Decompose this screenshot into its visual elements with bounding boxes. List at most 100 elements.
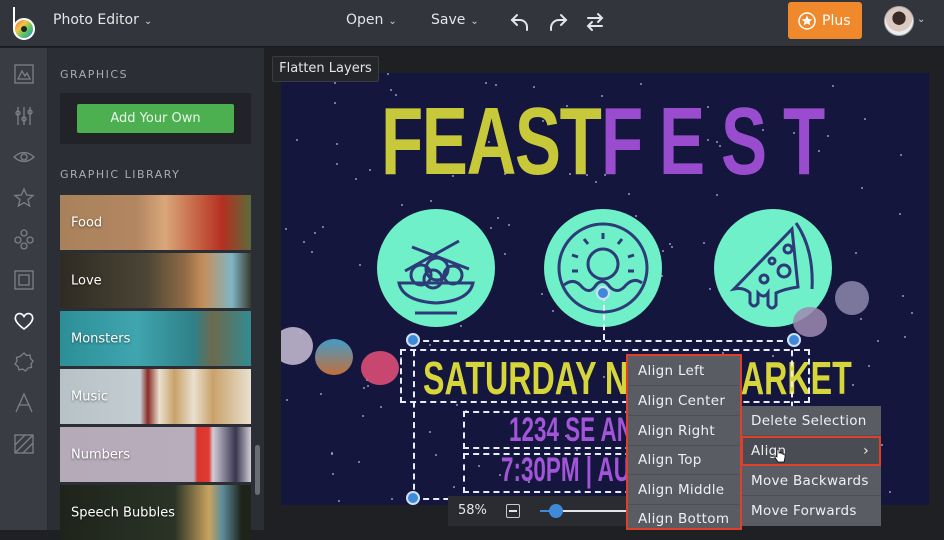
star-dot bbox=[889, 491, 891, 493]
frame-icon[interactable] bbox=[12, 268, 36, 292]
star-icon[interactable] bbox=[12, 186, 36, 210]
heart-icon[interactable] bbox=[12, 309, 36, 333]
star-dot bbox=[497, 217, 499, 219]
submenu-item-align-center[interactable]: Align Center bbox=[628, 386, 740, 416]
library-item-label: Speech Bubbles bbox=[71, 505, 176, 520]
add-your-own-button[interactable]: Add Your Own bbox=[77, 104, 234, 133]
resize-handle[interactable] bbox=[787, 333, 801, 347]
star-dot bbox=[669, 243, 671, 245]
hand-cursor-icon bbox=[774, 449, 786, 463]
star-dot bbox=[508, 224, 510, 226]
menu-item-align[interactable]: Align › bbox=[741, 436, 881, 466]
lantern-decoration bbox=[835, 281, 869, 315]
eye-icon[interactable] bbox=[12, 145, 36, 169]
zoom-out-button[interactable] bbox=[506, 504, 520, 518]
star-dot bbox=[311, 251, 313, 253]
star-dot bbox=[662, 250, 664, 252]
swap-icon[interactable] bbox=[583, 10, 607, 34]
menu-item-delete-selection[interactable]: Delete Selection bbox=[741, 406, 881, 436]
star-dot bbox=[303, 241, 305, 243]
text-icon[interactable] bbox=[12, 391, 36, 415]
star-dot bbox=[314, 232, 316, 234]
star-dot bbox=[864, 118, 866, 120]
library-item-love[interactable]: Love bbox=[60, 253, 251, 308]
library-item-label: Music bbox=[71, 389, 108, 404]
library-item-music[interactable]: Music bbox=[60, 369, 251, 424]
library-item-speech-bubbles[interactable]: Speech Bubbles bbox=[60, 485, 251, 540]
star-dot bbox=[852, 384, 854, 386]
app-logo-icon[interactable] bbox=[10, 5, 38, 41]
resize-handle[interactable] bbox=[406, 333, 420, 347]
resize-handle[interactable] bbox=[406, 491, 420, 505]
texture-icon[interactable] bbox=[12, 432, 36, 456]
app-title-menu[interactable]: Photo Editor ⌄ bbox=[53, 12, 152, 28]
star-dot bbox=[296, 139, 298, 141]
submenu-item-align-top[interactable]: Align Top bbox=[628, 445, 740, 475]
title-feast-text[interactable]: FEAST bbox=[381, 87, 602, 197]
flatten-layers-button[interactable]: Flatten Layers bbox=[272, 56, 379, 82]
rotate-handle[interactable] bbox=[596, 286, 610, 300]
graphic-library-heading: GRAPHIC LIBRARY bbox=[60, 168, 181, 181]
star-dot bbox=[911, 312, 913, 314]
zoom-slider-fill bbox=[540, 510, 549, 512]
star-dot bbox=[336, 163, 338, 165]
title-fest-text[interactable]: FEST bbox=[601, 87, 841, 197]
star-dot bbox=[322, 226, 324, 228]
chevron-down-icon: ⌄ bbox=[470, 16, 479, 27]
library-item-monsters[interactable]: Monsters bbox=[60, 311, 251, 366]
graphics-circles-icon[interactable] bbox=[12, 227, 36, 251]
star-dot bbox=[703, 242, 705, 244]
save-menu[interactable]: Save ⌄ bbox=[431, 12, 479, 28]
undo-icon[interactable] bbox=[508, 10, 532, 34]
submenu-item-align-middle[interactable]: Align Middle bbox=[628, 475, 740, 505]
submenu-item-align-left[interactable]: Align Left bbox=[628, 356, 740, 386]
star-dot bbox=[391, 498, 393, 500]
tool-rail bbox=[0, 48, 48, 530]
library-item-numbers[interactable]: Numbers bbox=[60, 427, 251, 482]
star-dot bbox=[338, 500, 340, 502]
star-dot bbox=[355, 178, 357, 180]
lantern-decoration bbox=[281, 327, 313, 365]
star-dot bbox=[881, 444, 883, 446]
star-dot bbox=[671, 246, 673, 248]
top-bar: Photo Editor ⌄ Open ⌄ Save ⌄ Plus ⌄ bbox=[0, 0, 944, 47]
star-dot bbox=[387, 73, 389, 75]
star-dot bbox=[369, 169, 371, 171]
star-dot bbox=[900, 154, 902, 156]
rotate-guide-line bbox=[603, 295, 605, 340]
star-dot bbox=[367, 385, 369, 387]
library-item-label: Food bbox=[71, 215, 103, 230]
adjust-sliders-icon[interactable] bbox=[12, 104, 36, 128]
badge-icon[interactable] bbox=[12, 350, 36, 374]
open-menu[interactable]: Open ⌄ bbox=[346, 12, 397, 28]
zoom-level: 58% bbox=[458, 503, 487, 518]
menu-item-move-backwards[interactable]: Move Backwards bbox=[741, 466, 881, 496]
star-dot bbox=[640, 83, 642, 85]
image-icon[interactable] bbox=[12, 62, 36, 86]
context-menu: Delete Selection Align › Move Backwards … bbox=[741, 406, 881, 526]
star-dot bbox=[899, 213, 901, 215]
star-dot bbox=[285, 228, 287, 230]
star-dot bbox=[902, 295, 904, 297]
star-dot bbox=[495, 84, 497, 86]
menu-item-move-forwards[interactable]: Move Forwards bbox=[741, 496, 881, 526]
star-dot bbox=[860, 318, 862, 320]
save-label: Save bbox=[431, 12, 466, 28]
submenu-item-align-right[interactable]: Align Right bbox=[628, 416, 740, 446]
add-your-own-section: Add Your Own bbox=[60, 93, 251, 144]
redo-icon[interactable] bbox=[546, 10, 570, 34]
plus-upgrade-button[interactable]: Plus bbox=[788, 2, 862, 39]
noodles-graphic[interactable] bbox=[377, 209, 495, 327]
user-avatar[interactable] bbox=[884, 6, 914, 36]
lantern-decoration bbox=[361, 351, 399, 385]
star-dot bbox=[380, 406, 382, 408]
align-submenu: Align Left Align Center Align Right Alig… bbox=[628, 356, 740, 530]
zoom-slider-thumb[interactable] bbox=[548, 504, 563, 518]
text-selection-box[interactable] bbox=[400, 349, 810, 403]
panel-scrollbar[interactable] bbox=[255, 445, 260, 495]
library-item-food[interactable]: Food bbox=[60, 195, 251, 250]
star-dot bbox=[709, 288, 711, 290]
chevron-down-icon[interactable]: ⌄ bbox=[917, 14, 925, 25]
library-item-label: Numbers bbox=[71, 447, 130, 462]
graphics-panel: GRAPHICS Add Your Own GRAPHIC LIBRARY Fo… bbox=[48, 48, 264, 540]
